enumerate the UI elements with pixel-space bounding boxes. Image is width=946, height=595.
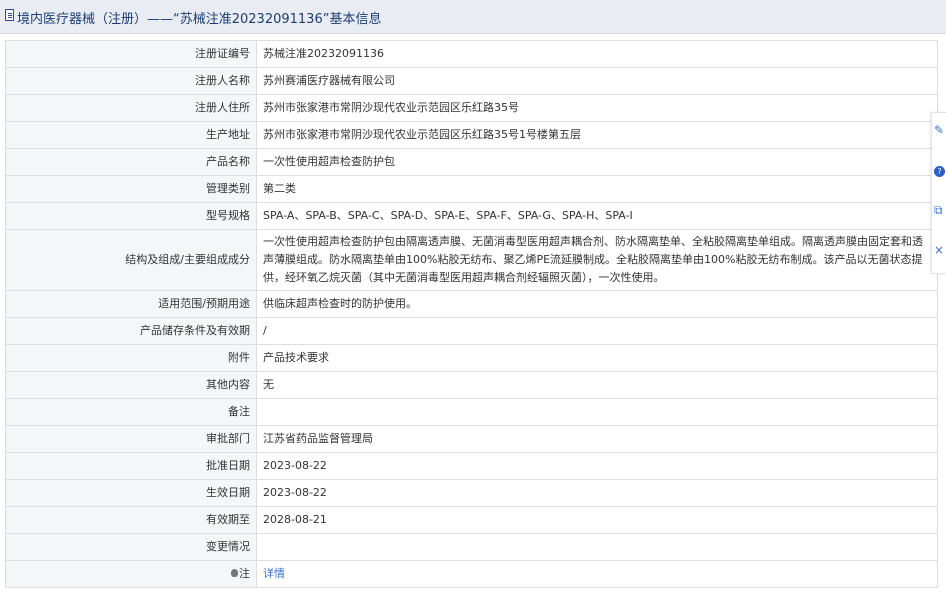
note-row: 注 详情	[5, 560, 938, 588]
field-value: 无	[256, 371, 938, 399]
table-row: 有效期至 2028-08-21	[5, 506, 938, 534]
field-label: 生产地址	[5, 121, 257, 149]
field-value: SPA-A、SPA-B、SPA-C、SPA-D、SPA-E、SPA-F、SPA-…	[256, 202, 938, 230]
field-label: 产品名称	[5, 148, 257, 176]
field-value: 苏州市张家港市常阴沙现代农业示范园区乐红路35号	[256, 94, 938, 122]
document-icon	[5, 9, 14, 21]
table-row: 附件 产品技术要求	[5, 344, 938, 372]
title-bar: 境内医疗器械（注册）——“苏械注准20232091136”基本信息	[0, 0, 946, 34]
field-label: 注册人住所	[5, 94, 257, 122]
field-value	[256, 398, 938, 426]
note-label-cell: 注	[5, 560, 257, 588]
field-label: 注册证编号	[5, 40, 257, 68]
field-value: 2028-08-21	[256, 506, 938, 534]
field-label: 有效期至	[5, 506, 257, 534]
field-value: 一次性使用超声检查防护包	[256, 148, 938, 176]
table-row: 注册人名称 苏州赛浦医疗器械有限公司	[5, 67, 938, 95]
field-value: 2023-08-22	[256, 479, 938, 507]
field-label: 备注	[5, 398, 257, 426]
table-row: 管理类别 第二类	[5, 175, 938, 203]
table-row: 其他内容 无	[5, 371, 938, 399]
field-value: 苏械注准20232091136	[256, 40, 938, 68]
field-value: /	[256, 317, 938, 345]
info-table: 注册证编号 苏械注准20232091136 注册人名称 苏州赛浦医疗器械有限公司…	[5, 40, 938, 588]
table-row: 审批部门 江苏省药品监督管理局	[5, 425, 938, 453]
field-value	[256, 533, 938, 561]
field-value: 江苏省药品监督管理局	[256, 425, 938, 453]
field-label: 型号规格	[5, 202, 257, 230]
page-title: 境内医疗器械（注册）——“苏械注准20232091136”基本信息	[17, 12, 382, 27]
side-toolbar: ✎ ? ⧉ ×	[931, 112, 946, 274]
edit-icon[interactable]: ✎	[934, 123, 946, 137]
details-link[interactable]: 详情	[263, 567, 285, 580]
field-value: 苏州赛浦医疗器械有限公司	[256, 67, 938, 95]
field-label: 其他内容	[5, 371, 257, 399]
field-label: 变更情况	[5, 533, 257, 561]
help-icon[interactable]: ?	[934, 163, 946, 177]
copy-icon[interactable]: ⧉	[934, 203, 946, 217]
table-row: 生效日期 2023-08-22	[5, 479, 938, 507]
table-row: 型号规格 SPA-A、SPA-B、SPA-C、SPA-D、SPA-E、SPA-F…	[5, 202, 938, 230]
field-label: 适用范围/预期用途	[5, 290, 257, 318]
table-row: 备注	[5, 398, 938, 426]
field-label: 产品储存条件及有效期	[5, 317, 257, 345]
help-glyph: ?	[934, 166, 945, 177]
field-label: 审批部门	[5, 425, 257, 453]
field-label: 批准日期	[5, 452, 257, 480]
field-value: 供临床超声检查时的防护使用。	[256, 290, 938, 318]
field-value: 产品技术要求	[256, 344, 938, 372]
table-row: 结构及组成/主要组成成分 一次性使用超声检查防护包由隔离透声膜、无菌消毒型医用超…	[5, 229, 938, 291]
field-label: 附件	[5, 344, 257, 372]
field-value: 2023-08-22	[256, 452, 938, 480]
table-row: 产品名称 一次性使用超声检查防护包	[5, 148, 938, 176]
field-label: 生效日期	[5, 479, 257, 507]
table-row: 注册人住所 苏州市张家港市常阴沙现代农业示范园区乐红路35号	[5, 94, 938, 122]
field-label: 管理类别	[5, 175, 257, 203]
field-label: 结构及组成/主要组成成分	[5, 229, 257, 291]
field-label: 注册人名称	[5, 67, 257, 95]
table-row: 产品储存条件及有效期 /	[5, 317, 938, 345]
table-row: 适用范围/预期用途 供临床超声检查时的防护使用。	[5, 290, 938, 318]
table-row: 生产地址 苏州市张家港市常阴沙现代农业示范园区乐红路35号1号楼第五层	[5, 121, 938, 149]
field-value: 一次性使用超声检查防护包由隔离透声膜、无菌消毒型医用超声耦合剂、防水隔离垫单、全…	[256, 229, 938, 291]
note-label: 注	[239, 567, 250, 580]
table-row: 批准日期 2023-08-22	[5, 452, 938, 480]
close-icon[interactable]: ×	[934, 243, 946, 257]
bulb-icon	[231, 569, 238, 577]
table-row: 注册证编号 苏械注准20232091136	[5, 40, 938, 68]
field-value: 第二类	[256, 175, 938, 203]
table-row: 变更情况	[5, 533, 938, 561]
note-value-cell: 详情	[256, 560, 938, 588]
field-value: 苏州市张家港市常阴沙现代农业示范园区乐红路35号1号楼第五层	[256, 121, 938, 149]
